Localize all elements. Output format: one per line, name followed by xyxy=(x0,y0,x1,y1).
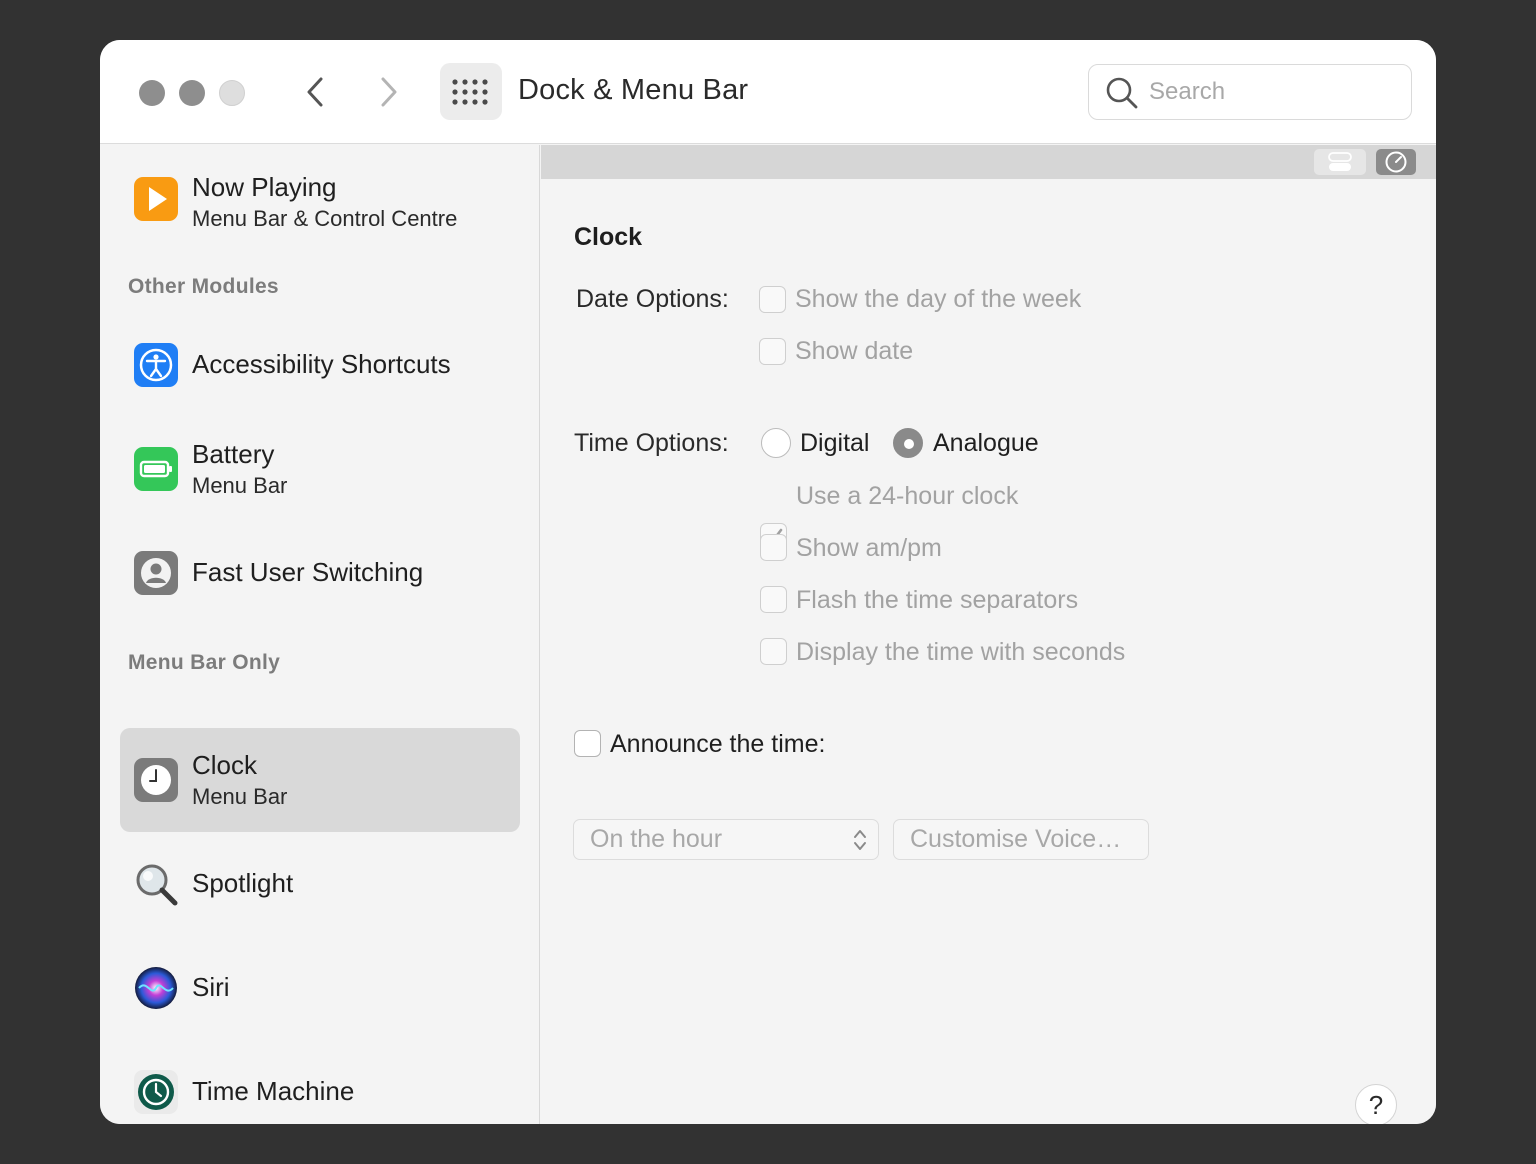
digital-radio[interactable] xyxy=(761,428,791,458)
analogue-radio[interactable] xyxy=(893,428,923,458)
flash-time-separators-label: Flash the time separators xyxy=(796,586,1079,614)
sidebar-item-fast-user-switching[interactable]: Fast User Switching xyxy=(120,521,520,625)
window-title: Dock & Menu Bar xyxy=(518,74,749,106)
system-preferences-window: Dock & Menu Bar Now Playing Menu Bar & C… xyxy=(100,40,1436,1124)
show-am-pm-label: Show am/pm xyxy=(796,534,942,562)
accessibility-icon xyxy=(134,343,178,387)
show-day-of-week-label: Show the day of the week xyxy=(795,285,1082,313)
use-24-hour-clock-label: Use a 24-hour clock xyxy=(796,482,1019,510)
grid-icon xyxy=(452,78,488,105)
show-am-pm-checkbox[interactable] xyxy=(760,534,787,561)
pane-tab-strip xyxy=(541,145,1436,179)
section-header-menu-bar-only: Menu Bar Only xyxy=(128,651,281,674)
display-seconds-label: Display the time with seconds xyxy=(796,638,1126,666)
forward-button[interactable] xyxy=(369,72,409,112)
back-button[interactable] xyxy=(295,72,335,112)
section-header-other-modules: Other Modules xyxy=(128,275,279,298)
close-window-button[interactable] xyxy=(139,80,165,106)
updown-chevron-icon xyxy=(854,830,866,850)
sidebar-item-spotlight[interactable]: Spotlight xyxy=(120,832,520,936)
sidebar-item-subtitle: Menu Bar xyxy=(192,784,288,809)
chevron-left-icon xyxy=(307,77,323,107)
now-playing-icon xyxy=(134,177,178,221)
digital-radio-label: Digital xyxy=(800,429,870,457)
sidebar-item-title: Siri xyxy=(192,972,230,1002)
user-switching-icon xyxy=(134,551,178,595)
announce-time-label: Announce the time: xyxy=(610,730,826,758)
customise-voice-button[interactable]: Customise Voice… xyxy=(893,819,1149,860)
time-options-label: Time Options: xyxy=(574,429,729,457)
sidebar-item-title: Battery xyxy=(192,439,275,469)
sidebar-item-title: Spotlight xyxy=(192,868,294,898)
clock-settings-pane: Clock Date Options: Show the day of the … xyxy=(541,145,1436,1124)
show-day-of-week-checkbox[interactable] xyxy=(759,286,786,313)
sidebar-item-siri[interactable]: Siri xyxy=(120,936,520,1040)
sidebar-item-time-machine[interactable]: Time Machine xyxy=(120,1040,520,1124)
zoom-window-button[interactable] xyxy=(219,80,245,106)
search-icon xyxy=(1106,77,1138,109)
clock-tab[interactable] xyxy=(1376,149,1416,175)
show-date-checkbox[interactable] xyxy=(759,338,786,365)
time-machine-icon xyxy=(134,1070,178,1114)
sidebar-item-clock[interactable]: Clock Menu Bar xyxy=(120,728,520,832)
toggle-switches-icon xyxy=(1328,152,1352,171)
battery-icon xyxy=(134,447,178,491)
pane-heading: Clock xyxy=(574,223,643,251)
minimize-window-button[interactable] xyxy=(179,80,205,106)
announce-time-checkbox[interactable] xyxy=(574,730,601,757)
search-input[interactable] xyxy=(1149,75,1399,109)
date-options-label: Date Options: xyxy=(576,285,729,313)
sidebar-item-accessibility-shortcuts[interactable]: Accessibility Shortcuts xyxy=(120,313,520,417)
sidebar-item-title: Clock xyxy=(192,750,258,780)
sidebar-item-title: Accessibility Shortcuts xyxy=(192,349,451,379)
sidebar-item-title: Now Playing xyxy=(192,172,337,202)
sidebar-item-title: Fast User Switching xyxy=(192,557,424,587)
chevron-right-icon xyxy=(381,77,397,107)
show-date-label: Show date xyxy=(795,337,914,365)
clock-gauge-icon xyxy=(1385,151,1407,173)
sidebar-item-title: Time Machine xyxy=(192,1076,355,1106)
spotlight-icon xyxy=(136,864,178,906)
sidebar-item-now-playing[interactable]: Now Playing Menu Bar & Control Centre xyxy=(120,150,520,254)
siri-icon xyxy=(135,967,177,1009)
show-all-button[interactable] xyxy=(440,63,502,120)
display-seconds-checkbox[interactable] xyxy=(760,638,787,665)
sidebar-item-subtitle: Menu Bar xyxy=(192,473,288,498)
clock-icon xyxy=(134,758,178,802)
sidebar-item-battery[interactable]: Battery Menu Bar xyxy=(120,417,520,521)
analogue-radio-label: Analogue xyxy=(933,429,1039,457)
announce-interval-value: On the hour xyxy=(590,825,723,853)
help-button[interactable]: ? xyxy=(1355,1084,1397,1124)
sidebar-item-subtitle: Menu Bar & Control Centre xyxy=(192,206,458,231)
search-field[interactable] xyxy=(1088,64,1412,120)
title-bar: Dock & Menu Bar xyxy=(100,40,1436,144)
sidebar: Now Playing Menu Bar & Control Centre Ot… xyxy=(100,145,540,1124)
flash-time-separators-checkbox[interactable] xyxy=(760,586,787,613)
control-centre-tab[interactable] xyxy=(1314,149,1366,175)
announce-interval-popup[interactable]: On the hour xyxy=(573,819,879,860)
